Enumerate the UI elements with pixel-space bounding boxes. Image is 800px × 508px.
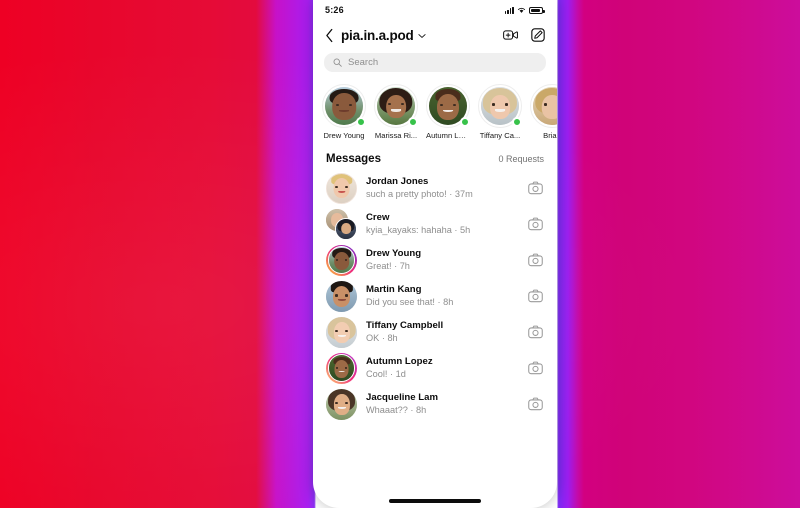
- account-switcher[interactable]: pia.in.a.pod: [341, 26, 503, 44]
- thread-preview: Great! · 7h: [366, 261, 410, 271]
- search-input[interactable]: Search: [324, 53, 546, 72]
- status-icons: [504, 6, 545, 14]
- avatar: [335, 217, 357, 240]
- story-item[interactable]: Tiffany Ca...: [478, 84, 522, 140]
- avatar: [530, 84, 557, 128]
- avatar-group: [326, 208, 357, 240]
- thread-name: Jacqueline Lam: [366, 392, 438, 403]
- thread-name: Autumn Lopez: [366, 356, 433, 367]
- online-indicator: [408, 117, 418, 127]
- table-row[interactable]: Crew kyia_kayaks: hahaha · 5h: [313, 206, 557, 242]
- thread-name: Drew Young: [366, 248, 422, 259]
- thread-name: Crew: [366, 212, 390, 223]
- avatar: [326, 352, 357, 384]
- online-indicator: [512, 117, 522, 127]
- video-call-add-icon[interactable]: [503, 29, 518, 41]
- thread-preview: Cool! · 1d: [366, 369, 406, 379]
- camera-icon[interactable]: [526, 251, 544, 269]
- story-name: Tiffany Ca...: [479, 131, 521, 140]
- phone-screen: 5:26 pia.in.a.pod Search Drew Young Mari…: [313, 0, 557, 508]
- battery-icon: [529, 7, 545, 14]
- stories-row[interactable]: Drew Young Marissa Ri... Autumn Lop Tiff…: [313, 78, 557, 144]
- camera-icon[interactable]: [526, 287, 544, 305]
- page-title: pia.in.a.pod: [341, 27, 414, 43]
- story-name: Autumn Lopez: [426, 131, 470, 140]
- search-icon: [333, 54, 342, 72]
- thread-preview: Whaaat?? · 8h: [366, 405, 427, 415]
- thread-name: Tiffany Campbell: [366, 320, 444, 331]
- avatar: [326, 280, 357, 312]
- wifi-icon: [517, 6, 526, 14]
- table-row[interactable]: Martin Kang Did you see that! · 8h: [313, 278, 557, 314]
- messages-header: Messages 0 Requests: [313, 144, 557, 170]
- story-name: Marissa Ri...: [374, 131, 418, 140]
- camera-icon[interactable]: [526, 215, 544, 233]
- avatar: [326, 172, 357, 204]
- story-item[interactable]: Marissa Ri...: [374, 84, 418, 140]
- camera-icon[interactable]: [526, 179, 544, 197]
- online-indicator: [356, 117, 366, 127]
- screenshot-stage: 5:26 pia.in.a.pod Search Drew Young Mari…: [0, 0, 800, 508]
- story-item[interactable]: Autumn Lopez: [426, 84, 470, 140]
- avatar: [326, 244, 357, 276]
- table-row[interactable]: Jordan Jones such a pretty photo! · 37m: [313, 170, 557, 206]
- avatar: [326, 316, 357, 348]
- messages-title: Messages: [326, 153, 381, 165]
- thread-preview: such a pretty photo! · 37m: [366, 189, 473, 199]
- table-row[interactable]: Autumn Lopez Cool! · 1d: [313, 350, 557, 386]
- thread-preview: OK · 8h: [366, 333, 398, 343]
- thread-preview: Did you see that! · 8h: [366, 297, 454, 307]
- camera-icon[interactable]: [526, 359, 544, 377]
- story-name: Drew Young: [323, 131, 365, 140]
- compose-message-icon[interactable]: [531, 28, 545, 42]
- table-row[interactable]: Drew Young Great! · 7h: [313, 242, 557, 278]
- requests-link[interactable]: 0 Requests: [498, 154, 544, 164]
- story-item[interactable]: Drew Young: [322, 84, 366, 140]
- thread-name: Jordan Jones: [366, 176, 429, 187]
- status-bar: 5:26: [313, 0, 557, 20]
- cellular-signal-icon: [504, 6, 514, 14]
- online-indicator: [460, 117, 470, 127]
- thread-list: Jordan Jones such a pretty photo! · 37m: [313, 170, 557, 422]
- camera-icon[interactable]: [526, 395, 544, 413]
- nav-actions: [503, 28, 545, 42]
- nav-bar: pia.in.a.pod: [313, 20, 557, 50]
- camera-icon[interactable]: [526, 323, 544, 341]
- thread-name: Martin Kang: [366, 284, 422, 295]
- table-row[interactable]: Jacqueline Lam Whaaat?? · 8h: [313, 386, 557, 422]
- search-placeholder: Search: [348, 57, 379, 68]
- chevron-down-icon: [418, 26, 426, 44]
- status-time: 5:26: [325, 5, 344, 15]
- chevron-left-icon[interactable]: [325, 25, 339, 45]
- home-indicator[interactable]: [389, 499, 481, 503]
- thread-preview: kyia_kayaks: hahaha · 5h: [366, 225, 471, 235]
- story-name: Brian: [543, 131, 557, 140]
- search-container: Search: [313, 50, 557, 78]
- table-row[interactable]: Tiffany Campbell OK · 8h: [313, 314, 557, 350]
- story-item[interactable]: Brian: [530, 84, 557, 140]
- avatar: [326, 388, 357, 420]
